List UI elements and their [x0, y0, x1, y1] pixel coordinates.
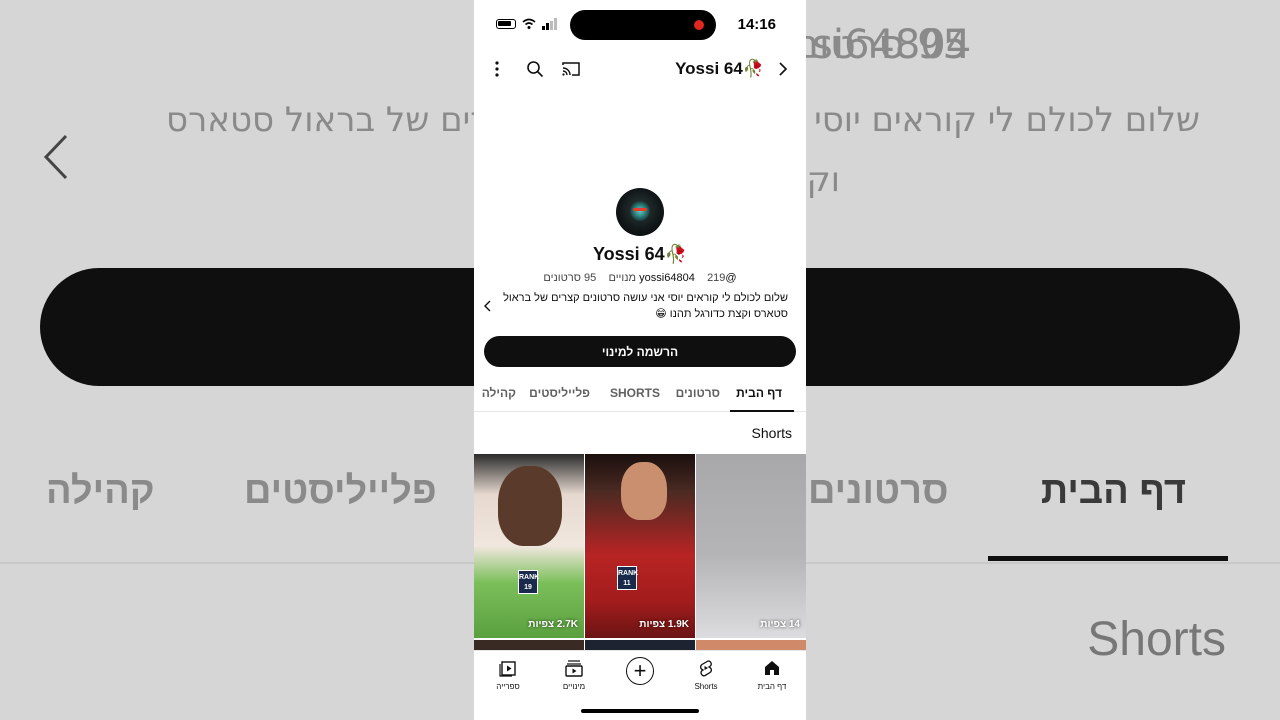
- nav-library[interactable]: ספרייה: [480, 657, 536, 691]
- tab-shorts[interactable]: SHORTS: [610, 386, 660, 400]
- create-plus-icon[interactable]: +: [626, 657, 654, 685]
- bg-tab-playlists: פלייליסטים: [244, 470, 437, 512]
- home-icon: [761, 657, 783, 679]
- bg-chevron-left-icon: [43, 134, 68, 180]
- back-chevron-icon[interactable]: [772, 58, 794, 80]
- status-icons: [496, 18, 558, 30]
- channel-title: Yossi 64🥀: [675, 59, 764, 78]
- avatar-eyes: [633, 208, 647, 211]
- short-thumbnail-1[interactable]: RANK 19 2.7K צפיות: [474, 454, 584, 638]
- shorts-icon: [695, 657, 717, 679]
- rank-badge: RANK 11: [617, 566, 638, 590]
- top-app-bar: Yossi 64🥀: [474, 50, 806, 88]
- subscriptions-icon: [563, 657, 585, 679]
- nav-library-label: ספרייה: [496, 682, 520, 691]
- wifi-icon: [522, 18, 536, 29]
- rank-badge: RANK 19: [518, 570, 539, 594]
- nav-home[interactable]: דף הבית: [744, 657, 800, 691]
- video-count: 95 סרטונים: [543, 272, 597, 284]
- nav-shorts[interactable]: Shorts: [678, 657, 734, 691]
- thumbnail-face: [498, 466, 562, 546]
- bg-tab-home: דף הבית: [1040, 470, 1186, 512]
- home-indicator: [581, 709, 699, 713]
- status-time: 14:16: [737, 16, 776, 33]
- battery-icon: [496, 19, 516, 29]
- short-views-1: 2.7K צפיות: [528, 619, 578, 630]
- tab-videos[interactable]: סרטונים: [676, 386, 720, 400]
- screen-stage: 95 סרטונים si64804 שלום לכולם לי קוראים …: [0, 0, 1280, 720]
- bg-shorts-title: Shorts: [1087, 613, 1226, 666]
- tab-community[interactable]: קהילה: [482, 386, 516, 400]
- channel-tabs: דף הבית סרטונים SHORTS פלייליסטים קהילה: [474, 376, 806, 412]
- library-icon: [497, 657, 519, 679]
- search-icon[interactable]: [524, 58, 546, 80]
- bg-handle-fragment: si64804: [812, 22, 972, 68]
- bottom-navigation: ספרייה מינויים + Shorts דף הבית: [474, 650, 806, 720]
- bg-tab-community: קהילה: [46, 470, 155, 512]
- tab-playlists[interactable]: פלייליסטים: [529, 386, 590, 400]
- nav-subscriptions[interactable]: מינויים: [546, 657, 602, 691]
- nav-subscriptions-label: מינויים: [562, 682, 586, 691]
- phone-screen: 14:16 Yossi 64🥀 Yossi 64🥀 @yossi64804 21…: [474, 0, 806, 720]
- short-thumbnail-3[interactable]: 14 צפיות: [696, 454, 806, 638]
- bg-tab-underline: [988, 556, 1228, 561]
- nav-home-label: דף הבית: [757, 682, 787, 691]
- signal-icon: [542, 18, 557, 30]
- cast-icon[interactable]: [560, 58, 582, 80]
- description-expand-chevron-icon[interactable]: [482, 298, 494, 314]
- avatar-glow: [630, 200, 650, 222]
- channel-name: Yossi 64🥀: [592, 244, 688, 264]
- channel-avatar[interactable]: [616, 188, 664, 236]
- thumbnail-face: [621, 462, 667, 520]
- channel-meta: @yossi64804 219 מנויים 95 סרטונים: [474, 272, 806, 284]
- status-bar: 14:16: [474, 0, 806, 48]
- dynamic-island: [570, 10, 716, 40]
- active-tab-underline: [730, 410, 794, 412]
- short-views-3: 14 צפיות: [760, 619, 800, 630]
- tab-home[interactable]: דף הבית: [736, 386, 782, 400]
- bg-tab-videos: סרטונים: [808, 470, 949, 512]
- short-views-2: 1.9K צפיות: [639, 619, 689, 630]
- recording-dot-icon: [694, 20, 704, 30]
- more-vert-icon[interactable]: [486, 58, 508, 80]
- nav-shorts-label: Shorts: [694, 682, 718, 691]
- shorts-section-title: Shorts: [751, 425, 792, 441]
- shorts-grid: RANK 19 2.7K צפיות RANK 11 1.9K צפיות 14…: [474, 454, 806, 652]
- channel-description[interactable]: שלום לכולם לי קוראים יוסי אני עושה סרטונ…: [498, 290, 788, 322]
- short-thumbnail-2[interactable]: RANK 11 1.9K צפיות: [585, 454, 695, 638]
- subscribe-button[interactable]: הרשמה למינוי: [484, 336, 796, 367]
